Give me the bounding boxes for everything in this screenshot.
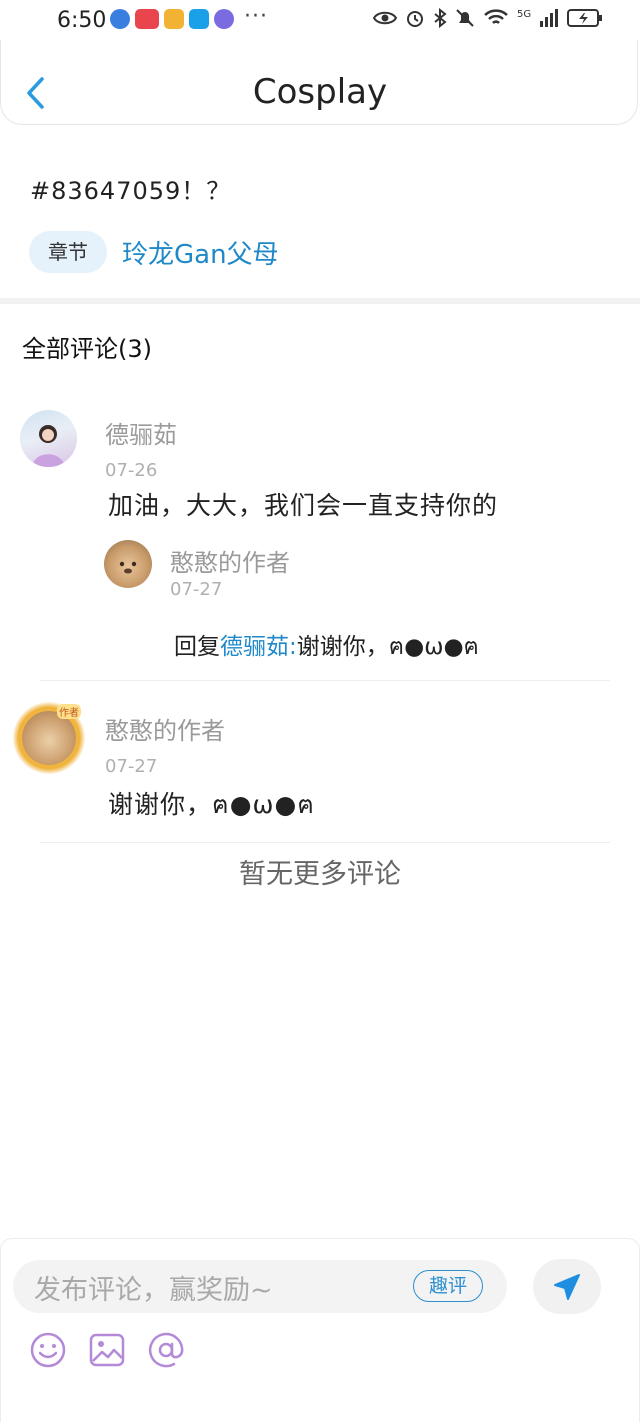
comment-date-wrapper: 07-26 xyxy=(105,460,225,480)
reply-target-link[interactable]: 德骊茹: xyxy=(220,634,297,660)
alarm-icon xyxy=(407,11,423,27)
comment-input-placeholder: 发布评论，赢奖励~ xyxy=(34,1275,273,1306)
status-time: 6:50 xyxy=(57,8,107,33)
network-type: 5G xyxy=(517,8,532,20)
app-notification-icon xyxy=(110,9,130,29)
fun-comment-button[interactable]: 趣评 xyxy=(413,1270,483,1302)
avatar[interactable] xyxy=(20,410,77,467)
reply-username[interactable]: 憨憨的作者 xyxy=(170,543,290,578)
comment-date: 07-27 xyxy=(105,756,158,777)
chapter-chip: 章节 xyxy=(29,231,107,273)
author-badge: 作者 xyxy=(57,704,81,719)
reply-body: 谢谢你，ฅ●ω●ฅ xyxy=(296,634,479,660)
avatar xyxy=(22,711,76,765)
avatar-dog-icon xyxy=(119,561,137,574)
comment-divider xyxy=(40,680,610,681)
chapter-link[interactable]: 玲龙Gan父母 xyxy=(122,234,279,271)
image-icon[interactable] xyxy=(87,1330,127,1370)
reply-text: 回复德骊茹:谢谢你，ฅ●ω●ฅ xyxy=(174,627,479,665)
more-notifications: ··· xyxy=(244,4,268,29)
app-notification-icon xyxy=(135,9,159,29)
mute-icon xyxy=(456,9,474,27)
app-notification-icon xyxy=(189,9,209,29)
comment-text: 加油，大大，我们会一直支持你的 xyxy=(108,491,499,520)
emoji-icon[interactable] xyxy=(28,1330,68,1370)
avatar-person-icon xyxy=(32,425,65,467)
reply-date: 07-27 xyxy=(170,579,223,600)
eye-icon xyxy=(373,11,397,25)
comments-section-title: 全部评论(3) xyxy=(22,335,152,363)
send-icon xyxy=(554,1273,580,1300)
comment-divider xyxy=(40,842,610,843)
notification-icons xyxy=(110,9,234,29)
avatar[interactable] xyxy=(104,540,152,588)
comment-text: 谢谢你，ฅ●ω●ฅ xyxy=(108,790,316,819)
comment-username[interactable]: 憨憨的作者 xyxy=(105,711,225,746)
page-title: Cosplay xyxy=(252,72,388,112)
reply-prefix: 回复 xyxy=(174,634,220,660)
section-divider xyxy=(0,298,640,304)
bluetooth-icon xyxy=(434,8,447,28)
comment-date-wrapper: 07-27 xyxy=(105,756,225,778)
app-notification-icon xyxy=(214,9,234,29)
app-notification-icon xyxy=(164,9,184,29)
post-title: #83647059！？ xyxy=(30,177,232,205)
author-avatar-frame[interactable]: 作者 xyxy=(13,702,85,774)
at-mention-icon[interactable] xyxy=(146,1330,186,1370)
signal-icon xyxy=(540,9,559,27)
battery-icon xyxy=(567,9,603,27)
comment-username[interactable]: 德骊茹 xyxy=(105,415,177,450)
system-status-icons: 5G xyxy=(373,8,603,28)
comment-date: 07-26 xyxy=(105,460,158,480)
wifi-icon xyxy=(484,9,508,24)
no-more-comments: 暂无更多评论 xyxy=(239,859,401,890)
send-button[interactable] xyxy=(533,1259,601,1314)
